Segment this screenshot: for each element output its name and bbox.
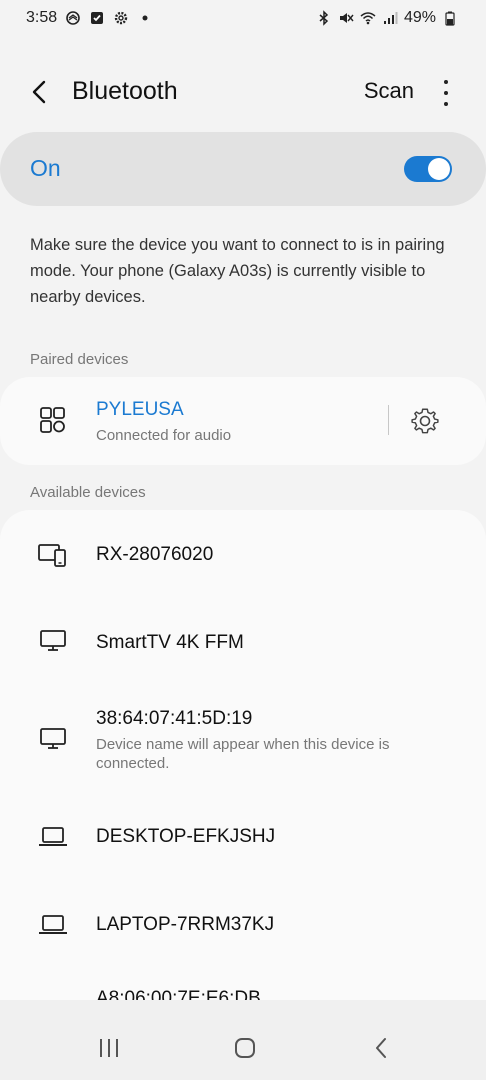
- mute-icon: [338, 10, 354, 26]
- battery-icon: [442, 10, 458, 26]
- available-device-name: LAPTOP-7RRM37KJ: [96, 914, 275, 935]
- bluetooth-icon: [316, 10, 332, 26]
- status-bar-right: 49%: [316, 9, 458, 27]
- more-dot-icon: [444, 102, 448, 106]
- back-arrow-icon: [32, 80, 46, 104]
- wifi-icon: [360, 10, 376, 26]
- divider: [388, 405, 389, 435]
- device-settings-button[interactable]: [408, 404, 442, 438]
- laptop-icon: [38, 822, 68, 852]
- available-device-name: DESKTOP-EFKJSHJ: [96, 826, 276, 847]
- battery-percentage: 49%: [403, 9, 436, 26]
- signal-icon: [382, 10, 398, 26]
- scan-button[interactable]: Scan: [364, 78, 414, 104]
- nav-back-button[interactable]: [361, 1028, 401, 1068]
- bluetooth-state-label: On: [30, 155, 61, 181]
- recent-apps-button[interactable]: [89, 1028, 129, 1068]
- more-dot-icon: [444, 80, 448, 84]
- available-device-item[interactable]: RX-28076020: [0, 510, 486, 598]
- available-devices-list: RX-28076020 SmartTV 4K FFM 38:64:07:41:5…: [0, 510, 486, 1030]
- status-bar-left: 3:58: [26, 9, 153, 27]
- back-icon: [376, 1038, 386, 1058]
- available-devices-header: Available devices: [30, 484, 146, 501]
- page-title: Bluetooth: [72, 77, 178, 105]
- available-device-item[interactable]: SmartTV 4K FFM: [0, 598, 486, 688]
- app-header: Bluetooth Scan: [0, 60, 486, 124]
- back-button[interactable]: [22, 74, 58, 110]
- paired-device-item[interactable]: PYLEUSA Connected for audio: [0, 377, 486, 465]
- audio-device-icon: [38, 405, 68, 435]
- dot-icon: [137, 10, 153, 26]
- status-time: 3:58: [26, 9, 58, 26]
- more-options-button[interactable]: [434, 78, 458, 106]
- laptop-icon: [38, 910, 68, 940]
- paired-device-name: PYLEUSA: [96, 399, 184, 420]
- recent-apps-icon: [100, 1039, 118, 1057]
- checkbox-icon: [89, 10, 105, 26]
- paired-devices-header: Paired devices: [30, 351, 129, 368]
- paired-device-status: Connected for audio: [96, 427, 232, 444]
- sync-icon: [65, 10, 81, 26]
- switch-knob: [428, 158, 450, 180]
- gear-icon: [411, 408, 439, 434]
- available-device-item[interactable]: LAPTOP-7RRM37KJ: [0, 882, 486, 970]
- bluetooth-toggle-card[interactable]: On: [0, 132, 486, 206]
- available-device-name: RX-28076020: [96, 544, 214, 565]
- phone-tablet-icon: [38, 540, 68, 570]
- available-device-note: Device name will appear when this device…: [96, 736, 390, 772]
- monitor-icon: [38, 626, 68, 656]
- bluetooth-switch[interactable]: [404, 156, 452, 182]
- status-bar: 3:58 49%: [0, 0, 486, 36]
- available-device-name: SmartTV 4K FFM: [96, 632, 244, 653]
- more-dot-icon: [444, 91, 448, 95]
- pairing-info-text: Make sure the device you want to connect…: [30, 236, 445, 306]
- available-device-item[interactable]: DESKTOP-EFKJSHJ: [0, 792, 486, 882]
- available-device-name: 38:64:07:41:5D:19: [96, 708, 253, 729]
- available-device-item[interactable]: 38:64:07:41:5D:19 Device name will appea…: [0, 688, 486, 792]
- monitor-icon: [38, 724, 68, 754]
- home-button[interactable]: [225, 1028, 265, 1068]
- navigation-bar: [0, 1000, 486, 1080]
- settings-gear-icon: [113, 10, 129, 26]
- home-icon: [235, 1038, 255, 1058]
